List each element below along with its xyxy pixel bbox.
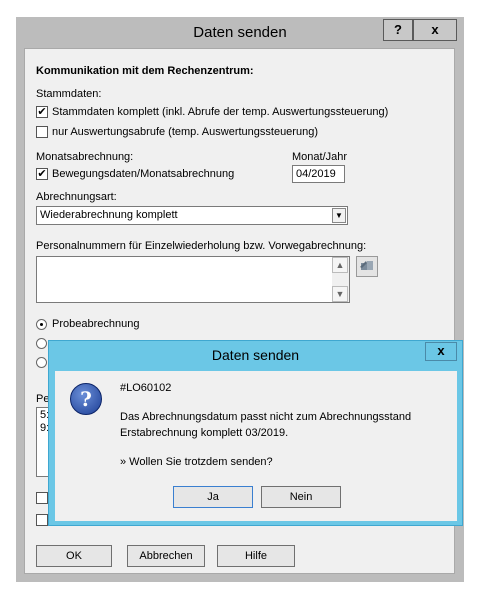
help-caption-button[interactable]: ? — [383, 19, 413, 41]
chevron-down-icon[interactable]: ▼ — [332, 208, 346, 223]
option-checkbox-1[interactable] — [36, 492, 48, 504]
bewegungsdaten-checkbox[interactable]: ✔ — [36, 168, 48, 180]
dialog-title: Daten senden — [211, 347, 300, 363]
stammdaten-komplett-checkbox[interactable]: ✔ — [36, 106, 48, 118]
question-icon: ? — [70, 383, 102, 415]
option3-radio[interactable] — [36, 357, 47, 368]
abrechnungsart-value: Wiederabrechnung komplett — [40, 209, 178, 221]
dialog-close-button[interactable]: x — [425, 342, 457, 361]
probeabrechnung-radio[interactable] — [36, 319, 47, 330]
message-dialog: Daten senden x ? #LO60102 Das Abrechnung… — [48, 340, 463, 526]
probeabrechnung-label: Probeabrechnung — [52, 318, 140, 330]
nein-button[interactable]: Nein — [261, 486, 341, 508]
hilfe-button[interactable]: Hilfe — [217, 545, 295, 567]
lookup-button[interactable] — [356, 256, 378, 277]
abbrechen-button[interactable]: Abbrechen — [127, 545, 205, 567]
monatsabrechnung-label: Monatsabrechnung: — [36, 151, 134, 163]
bewegungsdaten-label: Bewegungsdaten/Monatsabrechnung — [52, 168, 235, 180]
personalnummern-label: Personalnummern für Einzelwiederholung b… — [36, 240, 367, 252]
scroll-up-icon[interactable]: ▲ — [332, 257, 348, 273]
message-question: » Wollen Sie trotzdem senden? — [120, 456, 273, 468]
lookup-icon — [360, 261, 373, 270]
stammdaten-komplett-label: Stammdaten komplett (inkl. Abrufe der te… — [52, 106, 389, 118]
scroll-down-icon[interactable]: ▼ — [332, 286, 348, 302]
section-heading: Kommunikation mit dem Rechenzentrum: — [36, 65, 254, 77]
nur-auswertungsabrufe-checkbox[interactable] — [36, 126, 48, 138]
ok-button[interactable]: OK — [36, 545, 112, 567]
ja-button[interactable]: Ja — [173, 486, 253, 508]
abrechnungsart-label: Abrechnungsart: — [36, 191, 117, 203]
monat-jahr-label: Monat/Jahr — [292, 151, 348, 163]
message-line-2: Erstabrechnung komplett 03/2019. — [120, 427, 289, 439]
nur-auswertungsabrufe-label: nur Auswertungsabrufe (temp. Auswertungs… — [52, 126, 318, 138]
stammdaten-label: Stammdaten: — [36, 88, 102, 100]
personalnummern-scrollbar[interactable]: ▲ ▼ — [332, 257, 349, 302]
close-caption-button[interactable]: x — [413, 19, 457, 41]
abrechnungsart-select[interactable]: Wiederabrechnung komplett ▼ — [36, 206, 348, 225]
dialog-body: ? #LO60102 Das Abrechnungsdatum passt ni… — [55, 371, 457, 521]
monat-jahr-input[interactable]: 04/2019 — [292, 165, 345, 183]
personalnummern-textarea[interactable]: ▲ ▼ — [36, 256, 350, 303]
message-line-1: Das Abrechnungsdatum passt nicht zum Abr… — [120, 411, 412, 423]
message-code: #LO60102 — [120, 382, 172, 394]
option-checkbox-2[interactable] — [36, 514, 48, 526]
option2-radio[interactable] — [36, 338, 47, 349]
